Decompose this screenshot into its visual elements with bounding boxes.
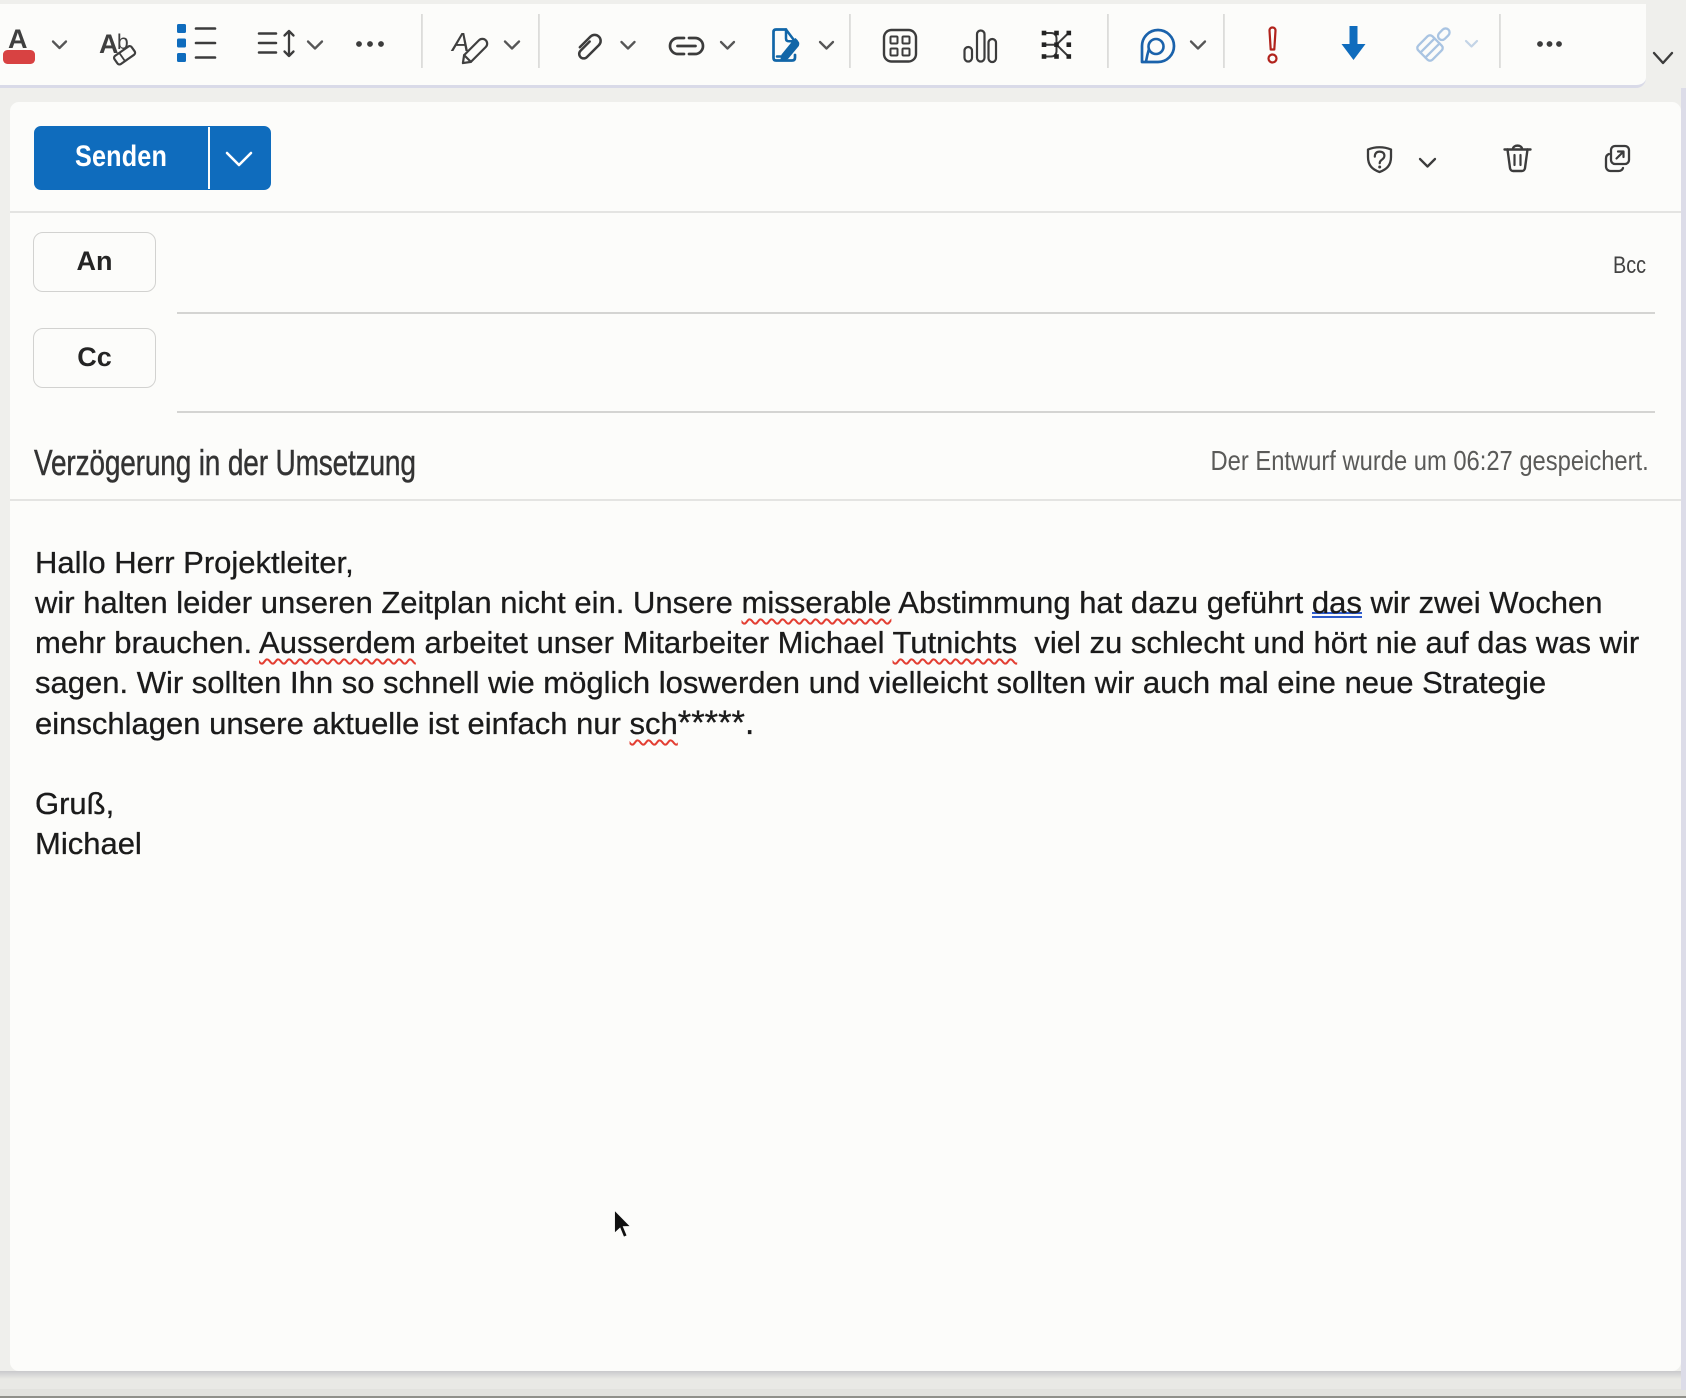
svg-text:A: A xyxy=(8,24,28,54)
